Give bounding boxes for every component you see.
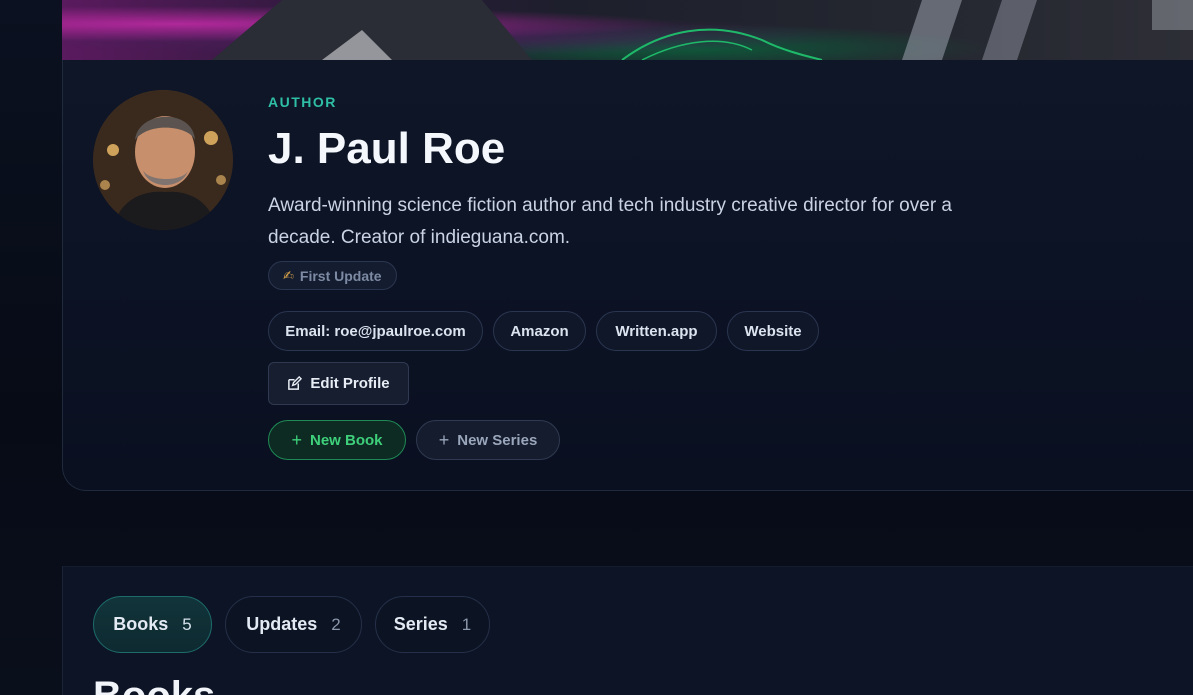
email-link[interactable]: Email: roe@jpaulroe.com [268,311,483,351]
cover-banner-image [62,0,1193,60]
plus-icon: + [438,430,450,450]
first-update-label: First Update [299,267,382,284]
edit-profile-label: Edit Profile [310,375,390,392]
section-heading: Books [93,676,215,695]
first-update-badge: ✍ First Update [268,261,397,290]
tab-series[interactable]: Series 1 [375,596,490,653]
author-profile-page: AUTHOR J. Paul Roe Award-winning science… [0,0,1193,695]
written-app-link[interactable]: Written.app [596,311,717,351]
tab-updates-label: Updates [246,614,318,634]
website-link-label: Website [744,322,802,340]
author-avatar [93,90,233,230]
new-book-button[interactable]: + New Book [268,420,406,460]
written-app-link-label: Written.app [615,322,698,340]
edit-icon [288,376,303,390]
tab-books-count: 5 [182,614,192,634]
tab-updates[interactable]: Updates 2 [225,596,362,653]
amazon-link[interactable]: Amazon [493,311,586,351]
plus-icon: + [291,430,302,450]
profile-role-label: AUTHOR [268,94,337,110]
writing-hand-icon: ✍ [283,267,294,283]
new-book-label: New Book [310,431,383,449]
tab-series-label: Series [393,614,448,634]
tab-books[interactable]: Books 5 [93,596,212,653]
tab-books-label: Books [113,614,169,634]
profile-card [62,60,1193,491]
email-link-label: Email: roe@jpaulroe.com [285,322,466,340]
website-link[interactable]: Website [727,311,819,351]
author-bio: Award-winning science fiction author and… [268,195,952,248]
new-series-button[interactable]: + New Series [416,420,560,460]
tab-series-count: 1 [461,614,472,634]
tab-updates-count: 2 [331,614,341,634]
new-series-label: New Series [457,431,538,449]
author-name: J. Paul Roe [268,124,506,173]
amazon-link-label: Amazon [510,322,569,340]
edit-profile-button[interactable]: Edit Profile [268,362,409,405]
